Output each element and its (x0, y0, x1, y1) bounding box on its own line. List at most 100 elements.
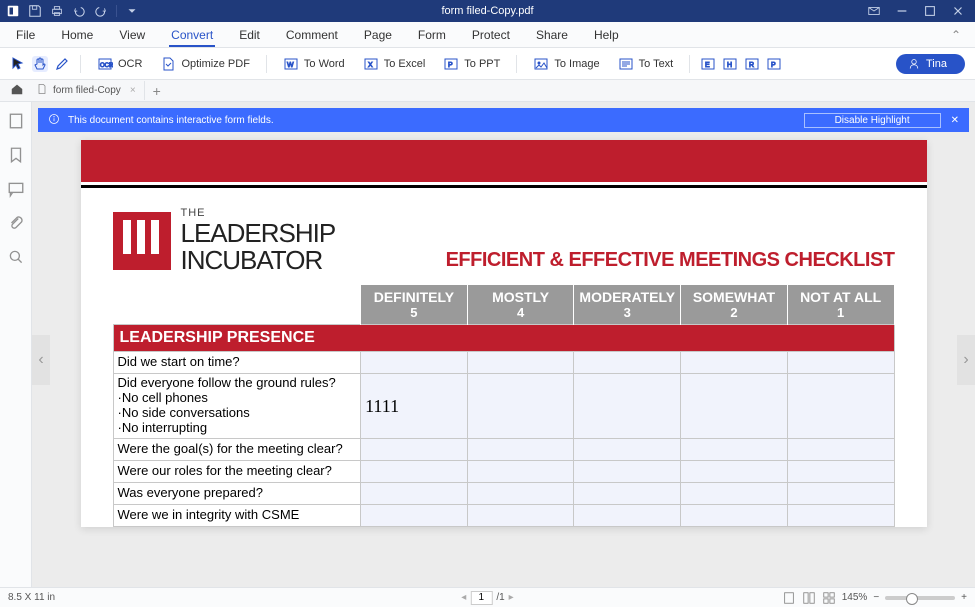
col-header-mostly: MOSTLY4 (467, 285, 574, 325)
doc-red-header (81, 140, 927, 182)
home-tab-icon[interactable] (10, 82, 24, 99)
hand-tool-icon[interactable] (32, 56, 48, 72)
form-field-input[interactable] (788, 439, 894, 460)
print-icon[interactable] (50, 4, 64, 18)
zoom-slider[interactable] (885, 596, 955, 600)
undo-icon[interactable] (72, 4, 86, 18)
response-cell (574, 438, 681, 460)
page-number-input[interactable] (470, 591, 492, 605)
to-excel-button[interactable]: XTo Excel (357, 53, 432, 75)
fit-width-icon[interactable] (802, 591, 816, 605)
form-field-input[interactable] (681, 505, 787, 526)
menu-page[interactable]: Page (362, 25, 394, 45)
save-icon[interactable] (28, 4, 42, 18)
form-field-input[interactable] (361, 505, 467, 526)
multi-page-icon[interactable] (822, 591, 836, 605)
form-field-input[interactable] (468, 439, 574, 460)
menu-comment[interactable]: Comment (284, 25, 340, 45)
zoom-out-icon[interactable]: − (873, 592, 879, 603)
form-field-input[interactable] (468, 483, 574, 504)
form-field-input[interactable] (468, 352, 574, 373)
form-field-input[interactable] (468, 461, 574, 482)
form-field-input[interactable] (788, 461, 894, 482)
question-cell: Were our roles for the meeting clear? (113, 460, 361, 482)
prev-page-nav[interactable]: ‹ (32, 335, 50, 385)
form-fields-banner: This document contains interactive form … (38, 108, 969, 132)
menu-share[interactable]: Share (534, 25, 570, 45)
bookmarks-icon[interactable] (7, 146, 25, 164)
menu-file[interactable]: File (14, 25, 37, 45)
comments-icon[interactable] (7, 180, 25, 198)
menu-view[interactable]: View (117, 25, 147, 45)
to-text-button[interactable]: To Text (612, 53, 680, 75)
form-field-input[interactable] (681, 483, 787, 504)
form-field-input[interactable] (574, 461, 680, 482)
close-tab-icon[interactable]: × (130, 85, 136, 96)
svg-text:X: X (368, 62, 373, 69)
page-dimensions: 8.5 X 11 in (8, 592, 55, 603)
ocr-icon: OCR (97, 56, 113, 72)
search-sidebar-icon[interactable] (7, 248, 25, 266)
form-field-input[interactable] (574, 352, 680, 373)
form-field-input[interactable] (681, 461, 787, 482)
to-word-button[interactable]: WTo Word (277, 53, 351, 75)
form-field-input[interactable] (574, 396, 680, 417)
prev-page-icon[interactable]: ◂ (461, 592, 466, 603)
form-field-input[interactable] (788, 352, 894, 373)
menu-help[interactable]: Help (592, 25, 621, 45)
menu-edit[interactable]: Edit (237, 25, 262, 45)
attachments-icon[interactable] (7, 214, 25, 232)
form-field-input[interactable] (788, 483, 894, 504)
add-tab-icon[interactable]: + (153, 83, 161, 99)
form-field-input[interactable] (468, 396, 574, 417)
thumbnails-icon[interactable] (7, 112, 25, 130)
to-image-button[interactable]: To Image (527, 53, 605, 75)
document-tab[interactable]: form filed-Copy × (28, 81, 145, 100)
fit-page-icon[interactable] (782, 591, 796, 605)
collapse-ribbon-icon[interactable]: ⌃ (951, 28, 961, 42)
form-field-input[interactable] (361, 461, 467, 482)
menu-convert[interactable]: Convert (169, 25, 215, 47)
form-field-input[interactable] (361, 352, 467, 373)
edit-tool-icon[interactable] (54, 56, 70, 72)
form-field-input[interactable] (574, 483, 680, 504)
form-field-input[interactable] (788, 505, 894, 526)
next-page-icon[interactable]: ▸ (509, 592, 514, 603)
close-icon[interactable] (951, 4, 965, 18)
form-field-input[interactable] (788, 396, 894, 417)
form-field-input[interactable] (361, 439, 467, 460)
form-field-input[interactable] (574, 505, 680, 526)
separator (80, 55, 81, 73)
convert-r-icon[interactable]: R (744, 56, 760, 72)
form-field-input[interactable] (574, 439, 680, 460)
form-field-input[interactable] (681, 396, 787, 417)
menu-form[interactable]: Form (416, 25, 448, 45)
mail-icon[interactable] (867, 4, 881, 18)
qat-dropdown-icon[interactable] (125, 4, 139, 18)
response-cell (574, 504, 681, 526)
menu-protect[interactable]: Protect (470, 25, 512, 45)
ocr-button[interactable]: OCROCR (91, 53, 148, 75)
to-ppt-button[interactable]: PTo PPT (437, 53, 506, 75)
form-field-input[interactable] (681, 439, 787, 460)
response-cell (467, 374, 574, 439)
minimize-icon[interactable] (895, 4, 909, 18)
convert-e-icon[interactable]: E (700, 56, 716, 72)
zoom-in-icon[interactable]: + (961, 592, 967, 603)
form-field-input[interactable] (468, 505, 574, 526)
close-banner-icon[interactable]: ✕ (951, 115, 959, 126)
menu-home[interactable]: Home (59, 25, 95, 45)
form-field-input[interactable] (681, 352, 787, 373)
next-page-nav[interactable]: › (957, 335, 975, 385)
disable-highlight-button[interactable]: Disable Highlight (804, 113, 941, 128)
redo-icon[interactable] (94, 4, 108, 18)
title-bar: form filed-Copy.pdf (0, 0, 975, 22)
maximize-icon[interactable] (923, 4, 937, 18)
optimize-pdf-button[interactable]: Optimize PDF (154, 53, 255, 75)
form-field-input[interactable] (361, 483, 467, 504)
form-field-input[interactable] (361, 396, 467, 417)
convert-h-icon[interactable]: H (722, 56, 738, 72)
convert-p-icon[interactable]: P (766, 56, 782, 72)
select-tool-icon[interactable] (10, 56, 26, 72)
user-account-button[interactable]: Tina (896, 54, 965, 74)
